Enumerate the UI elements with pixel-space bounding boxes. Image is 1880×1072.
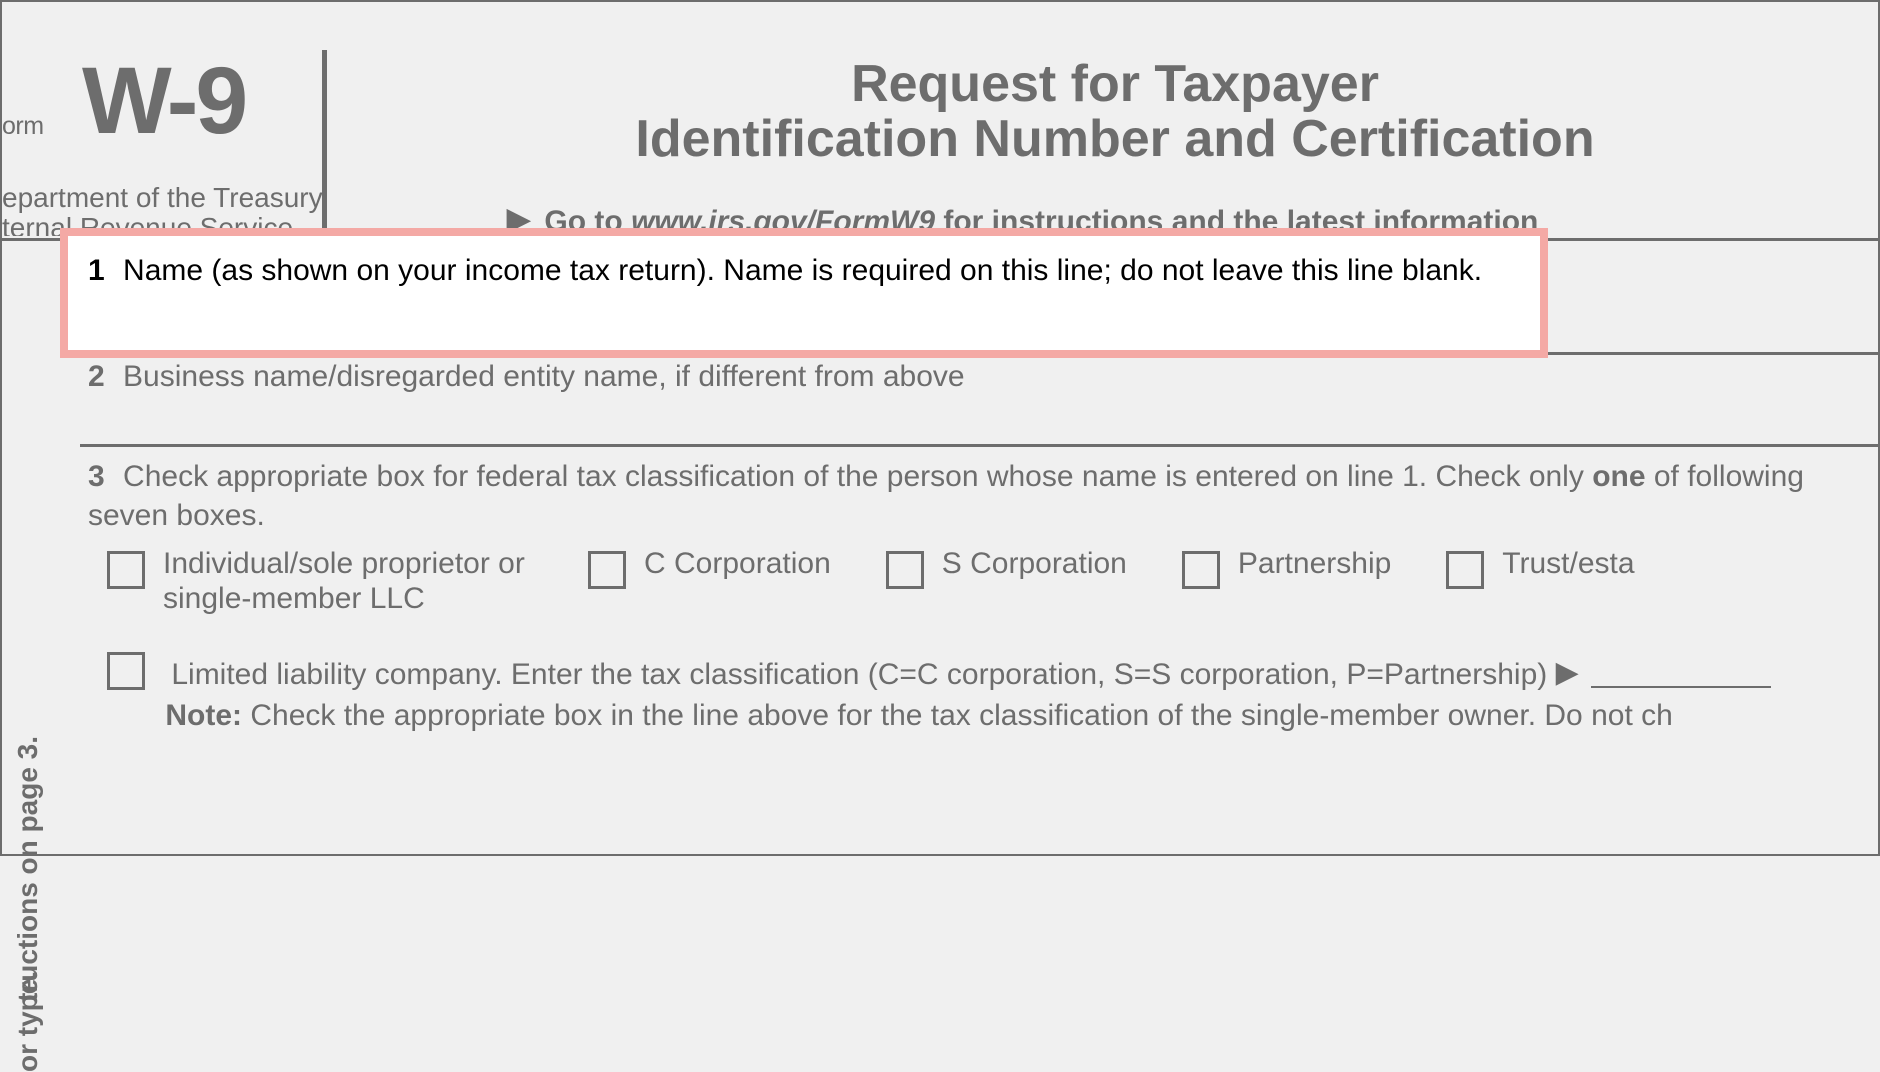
- checkbox-icon[interactable]: [1446, 551, 1484, 589]
- form-word: orm: [2, 112, 44, 141]
- line1-highlight: [60, 228, 1548, 358]
- cb-s-corp-label: S Corporation: [942, 547, 1127, 582]
- dept-treasury: epartment of the Treasury: [2, 182, 323, 214]
- checkbox-icon[interactable]: [1182, 551, 1220, 589]
- note-text: Check the appropriate box in the line ab…: [250, 699, 1672, 732]
- sidebar-instructions: tructions on page 3. or type.: [12, 242, 72, 852]
- triangle-icon: ▶: [1556, 653, 1579, 694]
- line1-num: 1: [88, 254, 105, 287]
- cb-individual[interactable]: Individual/sole proprietor or single-mem…: [107, 547, 533, 616]
- title-line1: Request for Taxpayer: [851, 55, 1379, 113]
- sidebar-line-a: tructions on page 3.: [12, 736, 44, 1002]
- cb-llc-block: Limited liability company. Enter the tax…: [107, 652, 1878, 736]
- form-code: W-9: [82, 47, 245, 156]
- cb-c-corp-label: C Corporation: [644, 547, 831, 582]
- form-title: Request for Taxpayer Identification Numb…: [352, 57, 1878, 166]
- note-label: Note:: [165, 699, 242, 732]
- line2[interactable]: 2 Business name/disregarded entity name,…: [88, 360, 965, 394]
- line3-num: 3: [88, 460, 105, 493]
- cb-trust[interactable]: Trust/esta: [1446, 547, 1634, 589]
- line2-num: 2: [88, 360, 105, 393]
- classification-checkboxes: Individual/sole proprietor or single-mem…: [107, 547, 1878, 616]
- cb-partnership[interactable]: Partnership: [1182, 547, 1391, 589]
- cb-trust-label: Trust/esta: [1502, 547, 1634, 582]
- llc-classification-input[interactable]: [1591, 686, 1771, 688]
- cb-s-corp[interactable]: S Corporation: [886, 547, 1127, 589]
- rule-row2: [80, 444, 1878, 447]
- w9-form-page: orm W-9 epartment of the Treasury ternal…: [0, 0, 1880, 856]
- sidebar-line-b: or type.: [12, 971, 44, 1072]
- checkbox-icon[interactable]: [107, 551, 145, 589]
- line1[interactable]: 1 Name (as shown on your income tax retu…: [88, 254, 1482, 288]
- cb-llc-label: Limited liability company. Enter the tax…: [171, 658, 1547, 691]
- line2-text: Business name/disregarded entity name, i…: [123, 360, 965, 393]
- cb-c-corp[interactable]: C Corporation: [588, 547, 831, 589]
- line1-text: Name (as shown on your income tax return…: [123, 254, 1482, 287]
- checkbox-icon[interactable]: [588, 551, 626, 589]
- header-divider: [322, 50, 327, 238]
- line3-one: one: [1592, 460, 1645, 493]
- checkbox-icon[interactable]: [886, 551, 924, 589]
- cb-partnership-label: Partnership: [1238, 547, 1391, 582]
- title-line2: Identification Number and Certification: [635, 110, 1594, 168]
- cb-individual-label: Individual/sole proprietor or single-mem…: [163, 547, 533, 616]
- line3: 3 Check appropriate box for federal tax …: [88, 457, 1858, 535]
- line3-text-a: Check appropriate box for federal tax cl…: [123, 460, 1592, 493]
- checkbox-icon[interactable]: [107, 652, 145, 690]
